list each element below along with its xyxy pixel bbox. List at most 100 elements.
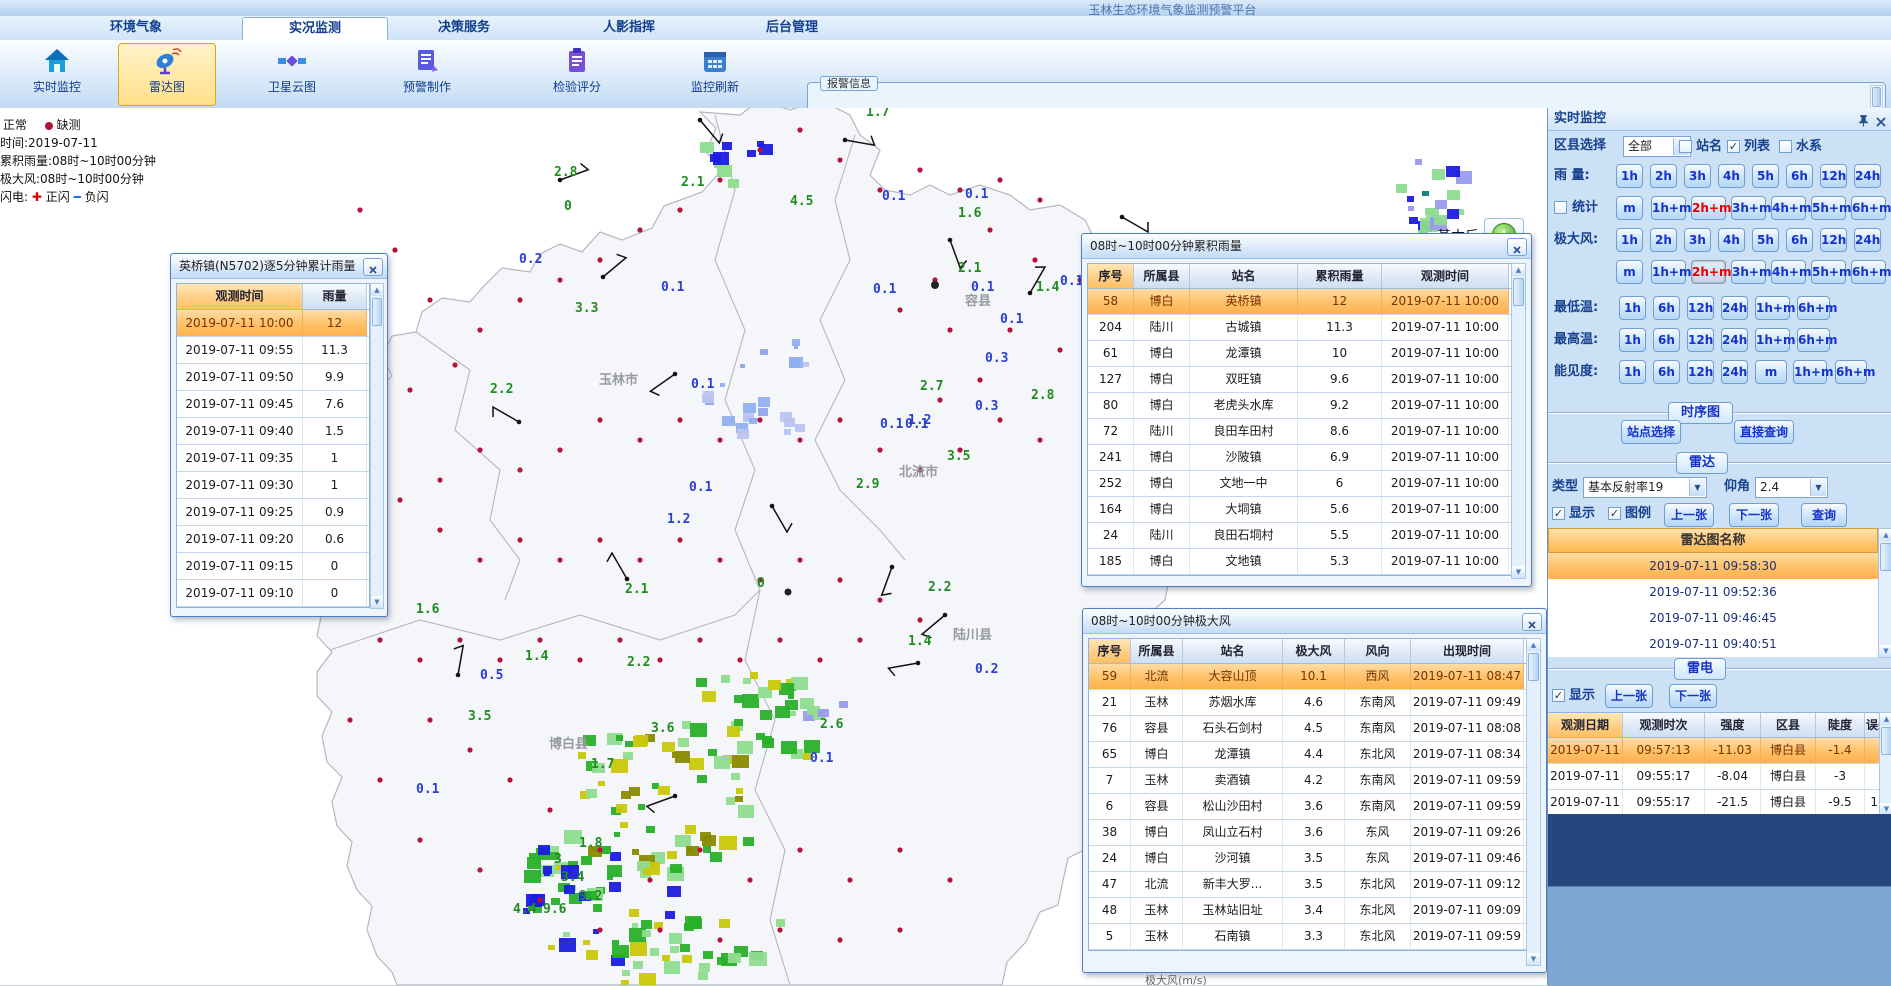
period-button-6h+m[interactable]: 6h+m [1797,328,1830,352]
period-button-6h[interactable]: 6h [1653,296,1680,320]
radar-image-item[interactable]: 2019-07-11 09:46:45 [1548,605,1878,632]
close-icon[interactable] [1522,613,1542,631]
column-header[interactable]: 陡度 [1816,713,1865,737]
period-button-1h[interactable]: 1h [1619,360,1646,384]
table-row[interactable]: 61博白龙潭镇102019-07-11 10:00 [1088,341,1511,367]
table-row[interactable]: 65博白龙潭镇4.4东北风2019-07-11 08:34 [1089,742,1526,768]
table-row[interactable]: 24博白沙河镇3.5东风2019-07-11 09:46 [1089,846,1526,872]
toolbar-button-home[interactable]: 实时监控 [8,43,106,106]
column-header[interactable]: 观测时次 [1623,713,1705,737]
period-button-24h[interactable]: 24h [1721,296,1748,320]
menu-tab-2[interactable]: 实况监测 [242,17,388,41]
period-button-6h[interactable]: 6h [1653,360,1680,384]
period-button-1h+m[interactable]: 1h+m [1651,260,1686,284]
period-button-3h+m[interactable]: 3h+m [1731,260,1766,284]
popup-scrollbar[interactable]: ▲▼ [1511,263,1526,579]
close-icon[interactable] [1876,112,1890,126]
pin-icon[interactable] [1858,112,1872,126]
menu-tab-4[interactable]: 人影指挥 [565,18,693,38]
column-header[interactable]: 观测时间 [1382,264,1509,288]
direct-query-button[interactable]: 直接查询 [1734,420,1794,444]
table-row[interactable]: 2019-07-1109:55:17-21.5博白县-9.511 [1548,790,1891,816]
checkbox-水系[interactable] [1779,140,1792,153]
period-button-6h+m[interactable]: 6h+m [1797,296,1830,320]
radar-list-scrollbar[interactable]: ▲▼ [1878,528,1891,658]
period-button-6h[interactable]: 6h [1786,164,1813,188]
period-button-2h[interactable]: 2h [1650,228,1677,252]
table-row[interactable]: 2019-07-11 09:509.9 [177,364,369,391]
popup-scrollbar[interactable]: ▲▼ [1526,638,1541,966]
table-row[interactable]: 80博白老虎头水库9.22019-07-11 10:00 [1088,393,1511,419]
table-row[interactable]: 185博白文地镇5.32019-07-11 10:00 [1088,549,1511,575]
period-button-4h+m[interactable]: 4h+m [1771,196,1806,220]
table-row[interactable]: 241博白沙陂镇6.92019-07-11 10:00 [1088,445,1511,471]
period-button-1h+m[interactable]: 1h+m [1755,328,1790,352]
column-header[interactable]: 站名 [1190,264,1298,288]
lightning-prev-button[interactable]: 上一张 [1605,684,1653,708]
table-row[interactable]: 38博白凤山立石村3.6东风2019-07-11 09:26 [1089,820,1526,846]
table-row[interactable]: 59北流大容山顶10.1西风2019-07-11 08:47 [1089,664,1526,690]
table-row[interactable]: 2019-07-11 09:401.5 [177,418,369,445]
toolbar-button-satellite[interactable]: 卫星云图 [243,43,341,106]
column-header[interactable]: 所属县 [1131,639,1183,663]
period-button-6h[interactable]: 6h [1786,228,1813,252]
column-header[interactable]: 观测日期 [1548,713,1623,737]
period-button-1h[interactable]: 1h [1619,296,1646,320]
table-row[interactable]: 2019-07-11 09:5511.3 [177,337,369,364]
table-row[interactable]: 5玉林石南镇3.3东北风2019-07-11 09:59 [1089,924,1526,950]
table-row[interactable]: 2019-07-11 09:301 [177,472,369,499]
period-button-12h[interactable]: 12h [1820,228,1847,252]
period-button-6h+m[interactable]: 6h+m [1851,196,1886,220]
column-header[interactable]: 雨量 [303,284,367,309]
table-row[interactable]: 2019-07-11 09:200.6 [177,526,369,553]
period-button-12h[interactable]: 12h [1687,360,1714,384]
period-button-6h+m[interactable]: 6h+m [1851,260,1886,284]
period-button-1h[interactable]: 1h [1616,164,1643,188]
column-header[interactable]: 观测时间 [177,284,303,309]
lightning-next-button[interactable]: 下一张 [1669,684,1717,708]
elevation-select[interactable]: 2.4▼ [1755,477,1828,498]
table-row[interactable]: 48玉林玉林站旧址3.4东北风2019-07-11 09:09 [1089,898,1526,924]
radar-show-checkbox[interactable]: ✓ [1552,507,1565,520]
table-row[interactable]: 2019-07-11 09:150 [177,553,369,580]
period-button-12h[interactable]: 12h [1687,328,1714,352]
table-row[interactable]: 164博白大垌镇5.62019-07-11 10:00 [1088,497,1511,523]
popup-scrollbar[interactable]: ▲▼ [370,283,384,609]
column-header[interactable]: 极大风 [1283,639,1345,663]
lightning-show-checkbox[interactable]: ✓ [1552,689,1565,702]
table-row[interactable]: 58博白英桥镇122019-07-11 10:00 [1088,289,1511,315]
period-button-1h+m[interactable]: 1h+m [1651,196,1686,220]
period-button-1h[interactable]: 1h [1616,228,1643,252]
radar-prev-button[interactable]: 上一张 [1664,503,1714,527]
period-button-3h[interactable]: 3h [1684,164,1711,188]
toolbar-button-clipboard[interactable]: 检验评分 [528,43,626,106]
table-row[interactable]: 72陆川良田车田村8.62019-07-11 10:00 [1088,419,1511,445]
period-button-5h+m[interactable]: 5h+m [1811,196,1846,220]
period-button-5h[interactable]: 5h [1752,228,1779,252]
period-button-1h+m[interactable]: 1h+m [1793,360,1827,384]
period-button-6h+m[interactable]: 6h+m [1835,360,1867,384]
table-row[interactable]: 204陆川古城镇11.32019-07-11 10:00 [1088,315,1511,341]
column-header[interactable]: 累积雨量 [1298,264,1382,288]
close-icon[interactable] [1507,238,1527,256]
table-row[interactable]: 2019-07-11 09:457.6 [177,391,369,418]
close-icon[interactable] [363,258,383,276]
period-button-6h[interactable]: 6h [1653,328,1680,352]
period-button-24h[interactable]: 24h [1854,228,1881,252]
period-button-4h[interactable]: 4h [1718,164,1745,188]
period-button-24h[interactable]: 24h [1721,328,1748,352]
table-row[interactable]: 24陆川良田石垌村5.52019-07-11 10:00 [1088,523,1511,549]
table-row[interactable]: 7玉林卖酒镇4.2东南风2019-07-11 09:59 [1089,768,1526,794]
toolbar-button-doc[interactable]: 预警制作 [378,43,476,106]
column-header[interactable]: 出现时间 [1411,639,1524,663]
period-button-4h[interactable]: 4h [1718,228,1745,252]
column-header[interactable]: 所属县 [1134,264,1190,288]
checkbox-列表[interactable]: ✓ [1727,140,1740,153]
menu-tab-3[interactable]: 决策服务 [400,18,528,38]
period-button-1h+m[interactable]: 1h+m [1755,296,1790,320]
station-select-button[interactable]: 站点选择 [1621,420,1681,444]
radar-query-button[interactable]: 查询 [1801,503,1847,527]
toolbar-button-calendar[interactable]: 监控刷新 [666,43,764,106]
column-header[interactable]: 序号 [1089,639,1131,663]
table-row[interactable]: 6容县松山沙田村3.6东南风2019-07-11 09:59 [1089,794,1526,820]
